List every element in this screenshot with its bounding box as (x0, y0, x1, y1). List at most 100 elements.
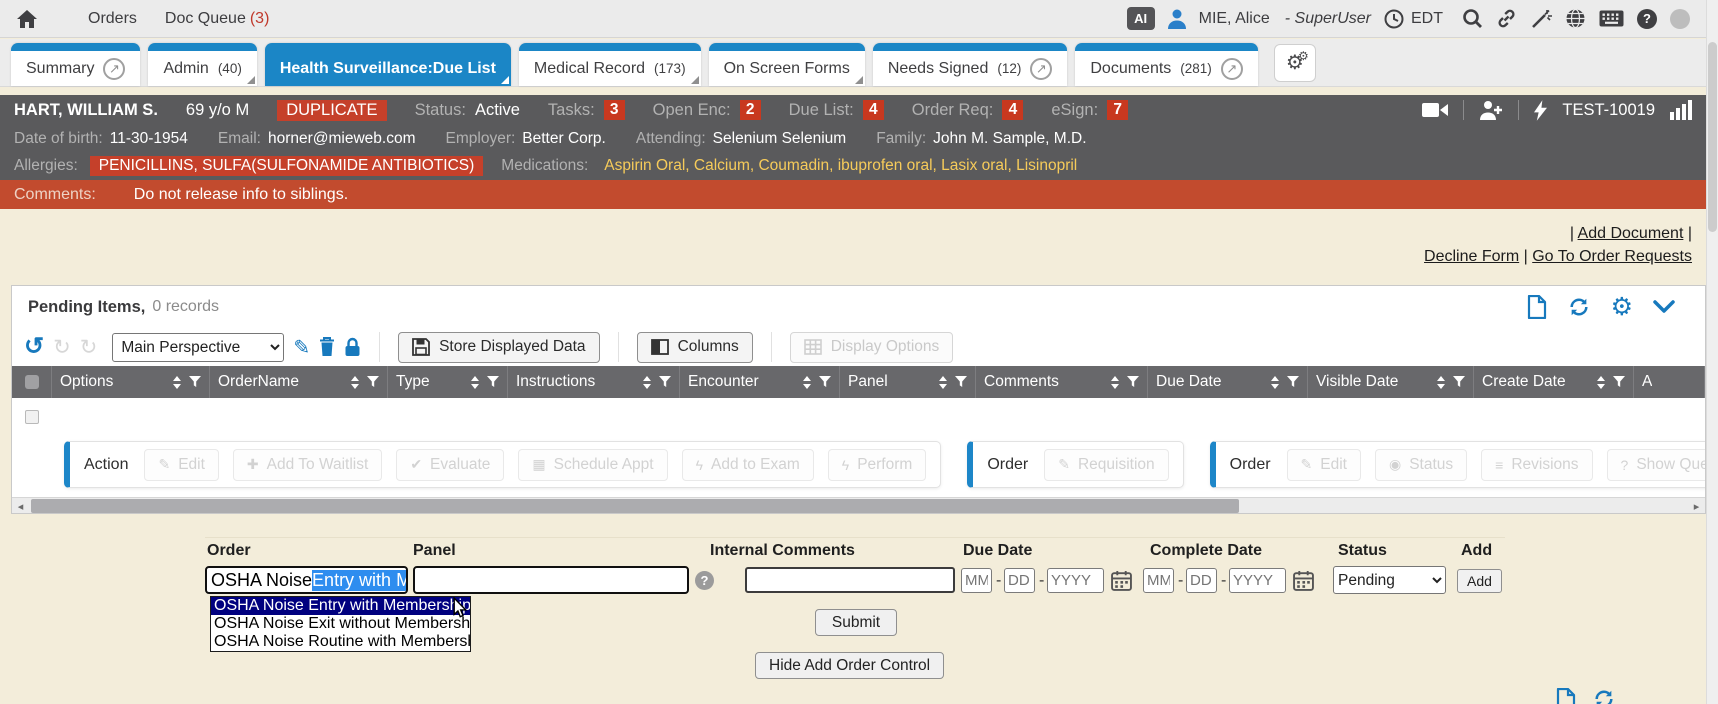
store-displayed-data-button[interactable]: Store Displayed Data (398, 332, 599, 363)
filter-funnel-icon[interactable] (189, 376, 201, 388)
perspective-select[interactable]: Main Perspective (112, 333, 284, 362)
column-header-type[interactable]: Type (388, 366, 508, 398)
complete-date-dd-input[interactable] (1186, 568, 1217, 593)
submit-button[interactable]: Submit (815, 609, 897, 636)
help-icon[interactable]: ? (1637, 9, 1657, 29)
panel-help-icon[interactable]: ? (695, 571, 714, 590)
sort-icon[interactable] (1271, 376, 1279, 389)
status-button[interactable]: ◉Status (1375, 449, 1467, 481)
undo-icon[interactable]: ↺ (24, 335, 44, 359)
video-camera-icon[interactable] (1422, 102, 1448, 118)
filter-funnel-icon[interactable] (955, 376, 967, 388)
columns-button[interactable]: Columns (637, 332, 753, 363)
complete-date-calendar-icon[interactable] (1292, 569, 1315, 592)
sort-icon[interactable] (643, 376, 651, 389)
filter-funnel-icon[interactable] (1127, 376, 1139, 388)
filter-funnel-icon[interactable] (1453, 376, 1465, 388)
counter-badge[interactable]: 4 (863, 100, 884, 120)
suggestion-option[interactable]: OSHA Noise Exit without Membership (211, 615, 470, 633)
filter-funnel-icon[interactable] (1287, 376, 1299, 388)
search-icon[interactable] (1462, 8, 1483, 29)
clock-icon[interactable] (1384, 9, 1404, 29)
counter-badge[interactable]: 7 (1107, 100, 1128, 120)
filter-funnel-icon[interactable] (487, 376, 499, 388)
column-header-panel[interactable]: Panel (840, 366, 976, 398)
complete-date-yyyy-input[interactable] (1229, 568, 1286, 593)
filter-funnel-icon[interactable] (659, 376, 671, 388)
scrollbar-thumb[interactable] (31, 499, 1239, 513)
duplicate-badge[interactable]: DUPLICATE (277, 100, 386, 121)
filter-funnel-icon[interactable] (1613, 376, 1625, 388)
column-header-visible-date[interactable]: Visible Date (1308, 366, 1474, 398)
tab-admin[interactable]: Admin(40) (148, 43, 256, 86)
column-header-ordername[interactable]: OrderName (210, 366, 388, 398)
nav-orders[interactable]: Orders (88, 10, 137, 28)
tab-summary[interactable]: Summary↗ (11, 43, 140, 86)
scroll-right-arrow[interactable]: ▸ (1688, 498, 1705, 514)
open-in-new-icon[interactable]: ↗ (103, 58, 125, 80)
status-select[interactable]: Pending (1333, 566, 1446, 594)
wand-icon[interactable] (1530, 8, 1552, 30)
add-to-exam-button[interactable]: ϟAdd to Exam (682, 449, 814, 481)
new-document-icon[interactable] (1527, 295, 1547, 319)
nav-doc-queue[interactable]: Doc Queue(3) (165, 10, 270, 28)
due-date-yyyy-input[interactable] (1047, 568, 1104, 593)
bar-chart-icon[interactable] (1670, 100, 1692, 120)
globe-icon[interactable] (1565, 8, 1586, 29)
suggestion-option[interactable]: OSHA Noise Routine with Membership (211, 633, 470, 651)
sort-icon[interactable] (939, 376, 947, 389)
horizontal-scrollbar[interactable]: ◂ ▸ (12, 497, 1705, 514)
order-autocomplete-input[interactable]: OSHA Noise Entry with Mem (205, 566, 408, 594)
sort-icon[interactable] (1111, 376, 1119, 389)
delete-perspective-trash-icon[interactable] (319, 337, 335, 357)
sort-icon[interactable] (471, 376, 479, 389)
lock-perspective-icon[interactable] (344, 337, 361, 357)
refresh-icon[interactable] (1592, 688, 1616, 704)
complete-date-mm-input[interactable] (1143, 568, 1174, 593)
scroll-left-arrow[interactable]: ◂ (12, 498, 29, 514)
tab-documents[interactable]: Documents(281)↗ (1075, 43, 1257, 86)
counter-badge[interactable]: 2 (740, 100, 761, 120)
schedule-appt-button[interactable]: ▦Schedule Appt (518, 449, 667, 481)
column-header-create-date[interactable]: Create Date (1474, 366, 1634, 398)
history-icon-disabled[interactable]: ↻ (80, 337, 98, 358)
ai-badge[interactable]: AI (1127, 7, 1155, 30)
column-header-options[interactable]: Options (52, 366, 210, 398)
sort-icon[interactable] (351, 376, 359, 389)
collapse-chevron-icon[interactable] (1653, 300, 1675, 314)
column-header-a[interactable]: A (1634, 366, 1705, 398)
refresh-icon[interactable] (1567, 296, 1591, 318)
requisition-button[interactable]: ✎Requisition (1044, 449, 1168, 481)
tab-health-surveillance-due-list[interactable]: Health Surveillance:Due List (265, 43, 511, 86)
vertical-scrollbar-thumb[interactable] (1708, 42, 1717, 232)
tab-medical-record[interactable]: Medical Record(173) (519, 43, 701, 86)
tab-needs-signed[interactable]: Needs Signed(12)↗ (873, 43, 1068, 86)
link-icon[interactable] (1496, 8, 1517, 29)
perform-button[interactable]: ϟPerform (828, 449, 927, 481)
edit-button[interactable]: ✎Edit (1287, 449, 1361, 481)
internal-comments-input[interactable] (745, 567, 955, 593)
column-header-due-date[interactable]: Due Date (1148, 366, 1308, 398)
display-options-button[interactable]: Display Options (790, 332, 954, 363)
counter-badge[interactable]: 4 (1002, 100, 1023, 120)
sort-icon[interactable] (803, 376, 811, 389)
panel-input[interactable] (413, 566, 689, 594)
open-in-new-icon[interactable]: ↗ (1221, 58, 1243, 80)
evaluate-button[interactable]: ✔Evaluate (396, 449, 504, 481)
gear-icon[interactable]: ⚙ (1611, 295, 1633, 320)
new-document-icon[interactable] (1556, 688, 1576, 704)
hide-add-order-control-button[interactable]: Hide Add Order Control (755, 652, 944, 679)
column-header-comments[interactable]: Comments (976, 366, 1148, 398)
redo-icon-disabled[interactable]: ↻ (53, 337, 71, 358)
filter-funnel-icon[interactable] (819, 376, 831, 388)
sort-icon[interactable] (1437, 376, 1445, 389)
add-order-button[interactable]: Add (1457, 569, 1502, 593)
allergies-badge[interactable]: PENICILLINS, SULFA(SULFONAMIDE ANTIBIOTI… (90, 156, 484, 176)
open-in-new-icon[interactable]: ↗ (1030, 58, 1052, 80)
lightning-bolt-icon[interactable] (1534, 100, 1547, 121)
add-to-waitlist-button[interactable]: ✚Add To Waitlist (233, 449, 382, 481)
edit-perspective-pencil-icon[interactable]: ✎ (293, 335, 310, 360)
sort-icon[interactable] (173, 376, 181, 389)
vertical-scrollbar[interactable] (1706, 0, 1718, 704)
counter-badge[interactable]: 3 (604, 100, 625, 120)
